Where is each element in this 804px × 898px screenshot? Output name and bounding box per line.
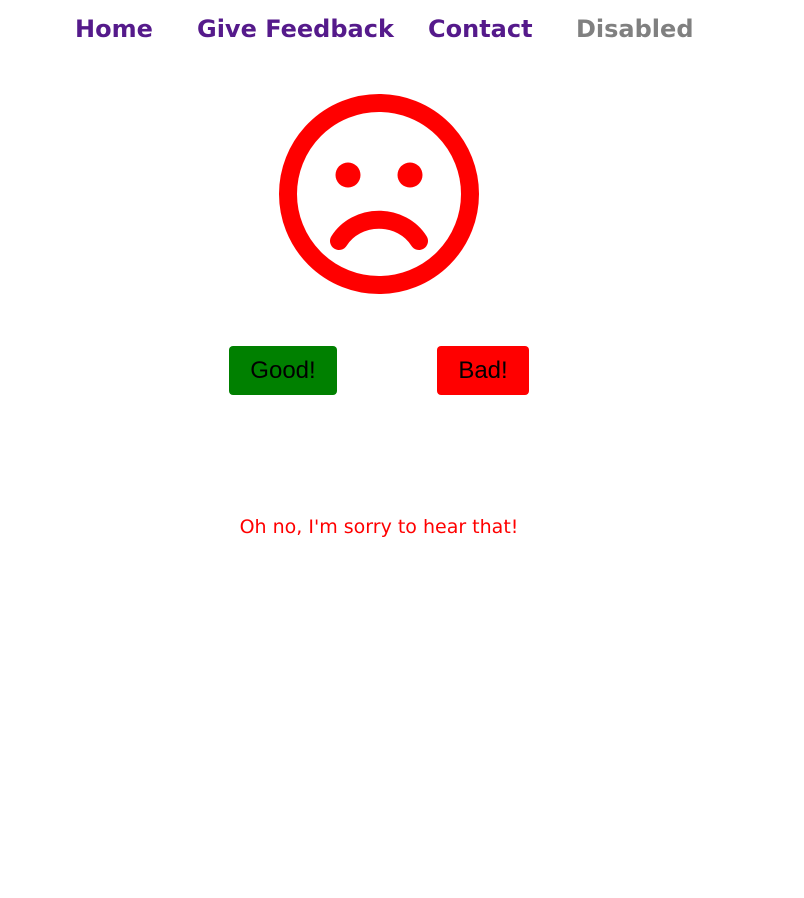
nav-link-home[interactable]: Home	[75, 13, 153, 45]
sad-face-icon	[279, 94, 479, 294]
bad-button[interactable]: Bad!	[437, 346, 529, 395]
right-eye	[397, 162, 423, 188]
feedback-message: Oh no, I'm sorry to hear that!	[239, 516, 519, 538]
left-eye	[335, 162, 361, 188]
face-outline	[279, 94, 479, 294]
good-button[interactable]: Good!	[229, 346, 337, 395]
frown-mouth	[330, 210, 428, 250]
nav-link-contact[interactable]: Contact	[428, 13, 533, 45]
nav-link-give-feedback[interactable]: Give Feedback	[197, 13, 394, 45]
sad-face-graphic	[279, 94, 479, 294]
main-nav: Home Give Feedback Contact Disabled	[0, 0, 804, 60]
nav-link-disabled: Disabled	[576, 15, 694, 43]
